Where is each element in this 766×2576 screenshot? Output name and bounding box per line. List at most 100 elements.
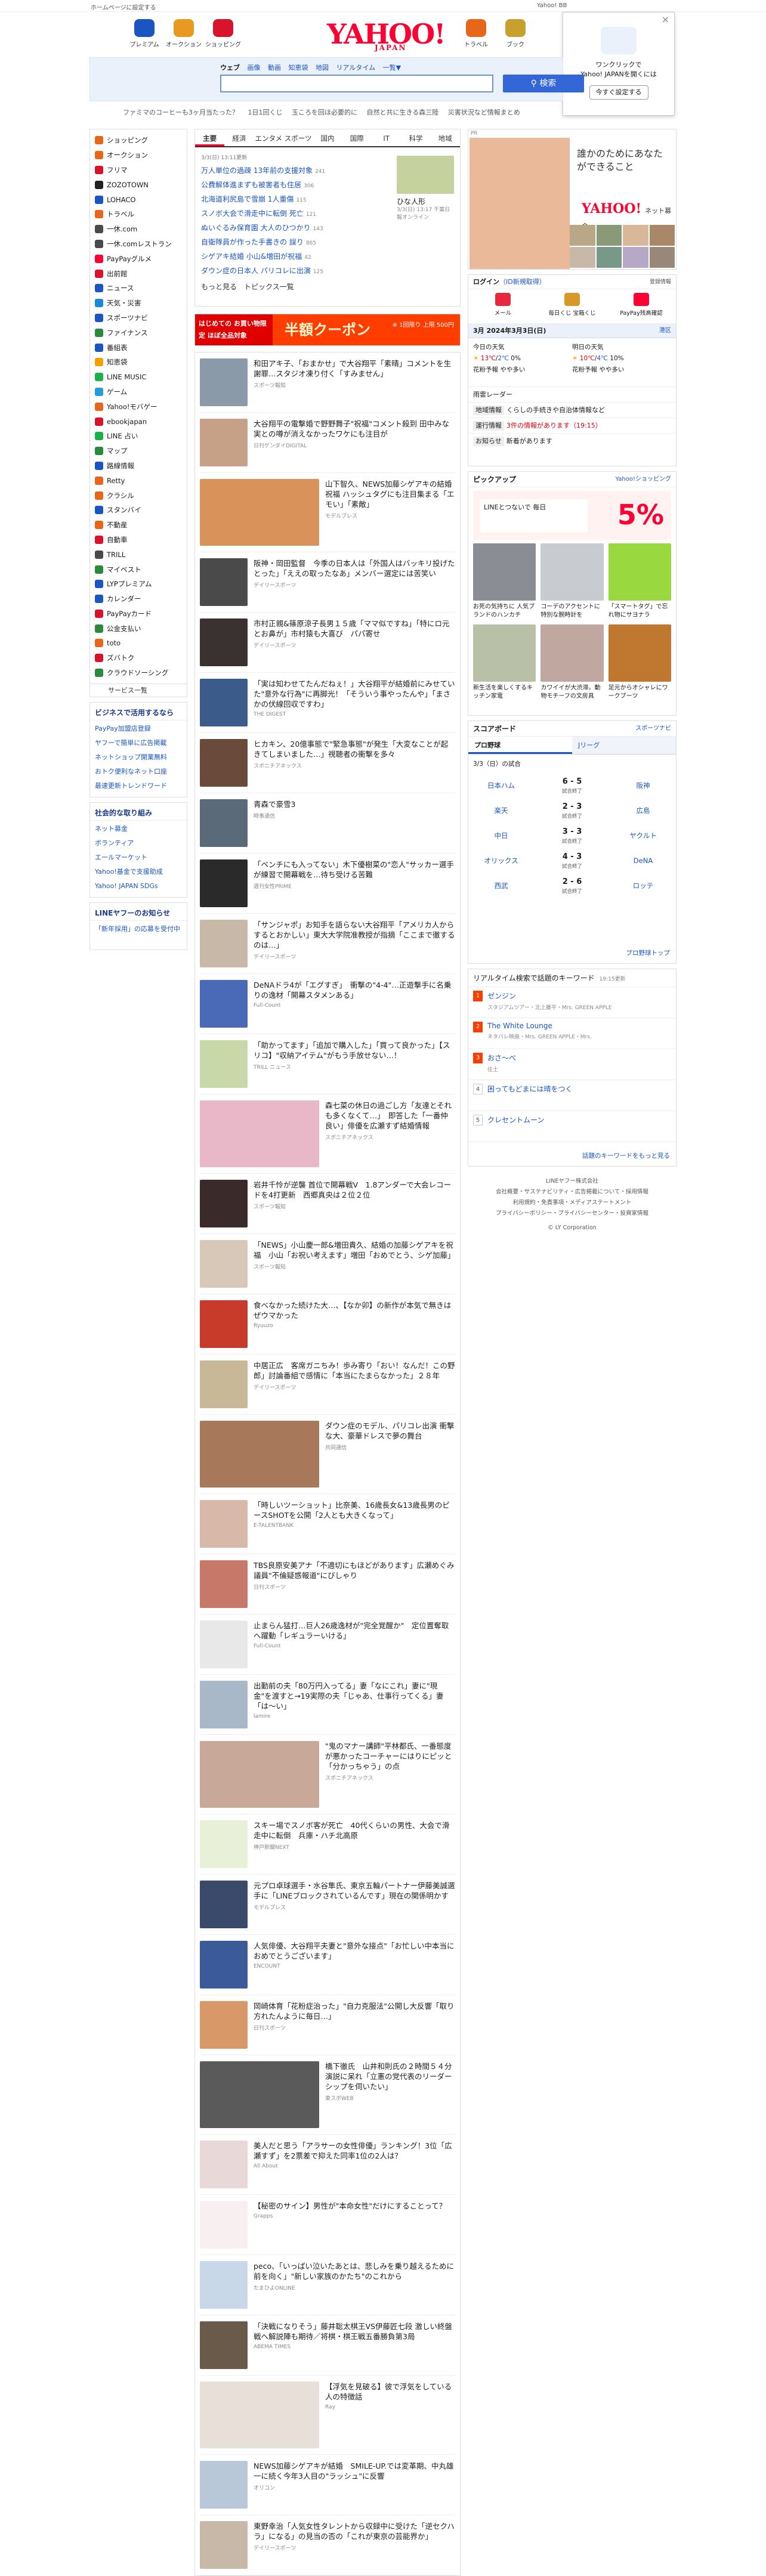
topic-photo[interactable]: ひな人形 3/3(日) 13:17 千葉日報オンライン (397, 156, 454, 222)
sidebar-item[interactable]: 公金支払い (90, 621, 187, 636)
news-item[interactable]: 山下智久、NEWS加藤シゲアキの結婚祝福 ハッシュタグにも注目集まる「エモい」「… (200, 473, 455, 552)
coupon-banner[interactable]: はじめての お買い物限定 ほぼ全品対象 半額クーポン ※ 1回限り 上限 500… (194, 314, 461, 346)
keyword-item[interactable]: 4 困ってもどまには晴をつく (468, 1080, 676, 1111)
news-item[interactable]: peco、「いっぱい泣いたあとは、悲しみを乗り越えるために前を向く」"新しい家族… (200, 2255, 455, 2315)
tab-chiebukuro[interactable]: 知恵袋 (289, 64, 308, 72)
keyword-item[interactable]: 2 The White Lounge ネタバレ映画・Mrs. GREEN APPLE… (468, 1018, 676, 1049)
news-item[interactable]: 「サンジャポ」お知手を語らない大谷翔平「アメリカ人からするとおかしい」東大大学院… (200, 914, 455, 974)
biz-link[interactable]: おトク便利なネット口座 (90, 765, 187, 779)
topic-item[interactable]: 自衛隊員が作った手書きの 誤り 865 (201, 235, 391, 249)
notice-link[interactable]: 玉ころを回ほ必要的に (292, 109, 357, 116)
news-item[interactable]: 阪神・岡田監督 今季の日本人は「外国人はバッキリ投げたとった」「ええの取ったなあ… (200, 552, 455, 613)
sidebar-item[interactable]: フリマ (90, 163, 187, 178)
tab-economy[interactable]: 経済 (224, 129, 254, 146)
sidebar-item[interactable]: オークション (90, 148, 187, 163)
news-item[interactable]: 「NEWS」小山慶一郎&増田貴久、結婚の加藤シゲアキを祝福 小山「お祝い考えます… (200, 1234, 455, 1294)
news-item[interactable]: 出勤前の夫「80万円入ってる」妻「なにこれ」妻に"現金"を渡すと→19実際の夫「… (200, 1675, 455, 1735)
tab-main[interactable]: 主要 (195, 129, 225, 146)
topic-item[interactable]: ダウン症の日本人 パリコレに出演 125 (201, 264, 391, 278)
sidebar-item[interactable]: 一休.com (90, 222, 187, 237)
sidebar-item[interactable]: LINE MUSIC (90, 370, 187, 385)
topic-item[interactable]: 万人単位の過疎 13年前の支援対象 241 (201, 163, 391, 178)
pickup-item[interactable]: カワイイが大渋滞。動物モチーフの文房具 (540, 624, 604, 701)
sidebar-item[interactable]: Retty (90, 473, 187, 488)
sidebar-item[interactable]: ゲーム (90, 385, 187, 400)
social-link[interactable]: Yahoo! JAPAN SDGs (90, 879, 187, 893)
notice-link[interactable]: お知らせ 新着があります (468, 434, 676, 449)
sidebar-item[interactable]: ショッピング (90, 133, 187, 148)
sidebar-item[interactable]: マップ (90, 444, 187, 459)
pickup-item[interactable]: 「スマートタグ」で忘れ物にサヨナラ (608, 543, 671, 620)
footer-links[interactable]: 利用規約・免責事項・メディアステートメント (468, 1198, 677, 1208)
tab-international[interactable]: 国際 (342, 129, 372, 146)
sidebar-item[interactable]: 自動車 (90, 533, 187, 548)
travel-service[interactable]: トラベル (457, 19, 495, 48)
sidebar-item[interactable]: LYPプレミアム (90, 577, 187, 592)
news-item[interactable]: 東野幸治「人気女性タレントから収録中に受けた「逆セクハラ」になる」の見当の否の「… (200, 2515, 455, 2575)
tab-local[interactable]: 地域 (431, 129, 460, 146)
notice-link[interactable]: 1日1回くじ (248, 109, 283, 116)
sidebar-item[interactable]: スポーツナビ (90, 311, 187, 326)
sidebar-item[interactable]: 不動産 (90, 518, 187, 533)
tab-web[interactable]: ウェブ (220, 64, 240, 72)
tab-map[interactable]: 地図 (316, 64, 329, 72)
area-info-link[interactable]: 地域情報 くらしの手続きや自治体情報など (468, 403, 676, 418)
search-button[interactable]: ⚲ 検索 (503, 75, 584, 92)
sidebar-item[interactable]: LOHACO (90, 192, 187, 207)
news-item[interactable]: 中居正広 客席ガニちみ！歩み寄り「おい！なんだ！この野郎」討論番組で感情に「本当… (200, 1355, 455, 1415)
topic-item[interactable]: ぬいぐるみ保育園 大人のひつかり 143 (201, 221, 391, 235)
keyword-item[interactable]: 5 クレセントムーン (468, 1111, 676, 1142)
topic-item[interactable]: 公費解体進まずも被害者も住居 306 (201, 178, 391, 192)
book-service[interactable]: ブック (496, 19, 535, 48)
lottery-button[interactable]: 毎日くじ 宝箱くじ (538, 289, 607, 323)
pickup-item[interactable]: 足元からオシャレにワークブーツ (608, 624, 671, 701)
tab-domestic[interactable]: 国内 (313, 129, 342, 146)
baseball-top-link[interactable]: プロ野球トップ (626, 948, 671, 957)
news-item[interactable]: NEWS加藤シゲアキが結婚 SMILE-UP.では変革期、中丸雄一に続く今年3人… (200, 2455, 455, 2515)
tab-entertainment[interactable]: エンタメ (254, 129, 283, 146)
news-item[interactable]: 美人だと思う「アラサーの女性俳優」ランキング！3位「広瀬すず」を2票差で抑えた同… (200, 2135, 455, 2195)
sidebar-item[interactable]: 一休.comレストラン (90, 237, 187, 252)
news-item[interactable]: "鬼のマナー講師"平林都氏、一番態度が悪かったコーチャーにはりにピッと「分かっち… (200, 1735, 455, 1814)
login-link[interactable]: ログイン (473, 278, 499, 286)
sidebar-item[interactable]: PayPayグルメ (90, 251, 187, 266)
notice-link[interactable]: 災害状況など情報まとめ (448, 109, 520, 116)
place-link[interactable]: 港区 (659, 324, 671, 338)
news-item[interactable]: 大谷翔平の電撃婚で野野舞子"祝福"コメント殺到 田中みな実との噂が消えなかったワ… (200, 413, 455, 473)
news-item[interactable]: 「ベンチにも入ってない」木下優樹菜の"恋人"サッカー選手が練習で開幕戦を…待ち受… (200, 853, 455, 914)
game-row[interactable]: 西武 2 - 6 試合終了 ロッテ (468, 873, 676, 898)
social-link[interactable]: ボランティア (90, 836, 187, 851)
register-link[interactable]: ID新規取得 (506, 278, 539, 286)
yahoo-logo[interactable]: YAHOO! JAPAN (327, 18, 446, 51)
ranking-more-link[interactable]: 話題のキーワードをもっと見る (582, 1151, 670, 1160)
registration-info[interactable]: 登録情報 (650, 275, 671, 289)
sidebar-item[interactable]: トラベル (90, 207, 187, 222)
pickup-item[interactable]: お死の気持ちに 人気ブランドのハンカチ (473, 543, 536, 620)
train-info-link[interactable]: 運行情報 3件の情報があります（19:15） (468, 418, 676, 434)
news-item[interactable]: DeNAドラ4が「エグすぎ」 衝撃の"4-4"…正遊撃手に名乗りの逸材「開幕スタ… (200, 974, 455, 1034)
sportsnavi-link[interactable]: スポーツナビ (635, 721, 671, 737)
sidebar-item[interactable]: Yahoo!モバゲー (90, 399, 187, 414)
footer-links[interactable]: 会社概要・サステナビリティ・広告掲載について・採用情報 (468, 1187, 677, 1198)
sidebar-item[interactable]: PayPayカード (90, 607, 187, 621)
news-item[interactable]: 食べなかった続けた大…、【なか卯】の新作が本気で無きはぜウマかった Ryuuzo (200, 1294, 455, 1355)
news-item[interactable]: 和田アキ子、「おまかせ」で大谷翔平「素晴」コメントを生謝罪…スタジオ凍り付く「す… (200, 352, 455, 413)
tab-it[interactable]: IT (372, 129, 401, 146)
sidebar-item[interactable]: ズバトク (90, 651, 187, 666)
tab-baseball[interactable]: プロ野球 (468, 737, 572, 754)
footer-links[interactable]: プライバシーポリシー・プライバシーセンター・投資家情報 (468, 1208, 677, 1219)
biz-link[interactable]: ヤフーで簡単に広告掲載 (90, 736, 187, 750)
pickup-item[interactable]: コーデのアクセントに 特別な腕時計を (540, 543, 604, 620)
sidebar-item[interactable]: 天気・災害 (90, 296, 187, 311)
tab-list[interactable]: 一覧▼ (383, 64, 401, 72)
topics-more-link[interactable]: もっと見る トピックス一覧 (201, 282, 391, 292)
tab-science[interactable]: 科学 (401, 129, 430, 146)
sidebar-item[interactable]: ニュース (90, 281, 187, 296)
all-services-link[interactable]: サービス一覧 (89, 684, 187, 698)
yahoo-bb-link[interactable]: Yahoo! BB (537, 2, 746, 9)
news-item[interactable]: 岩井千怜が逆襲 首位で開幕戦V 1.8アンダーで大会レコードを4打更新 西郷真央… (200, 1174, 455, 1234)
notice-link[interactable]: ファミマのコーヒーも3ヶ月当たった？ (123, 109, 239, 116)
game-row[interactable]: 楽天 2 - 3 試合終了 広島 (468, 798, 676, 823)
shopping-service[interactable]: ショッピング (204, 19, 242, 48)
news-item[interactable]: 【秘密のサイン】男性が"本命女性"だけにすることって？ Grapps (200, 2195, 455, 2255)
